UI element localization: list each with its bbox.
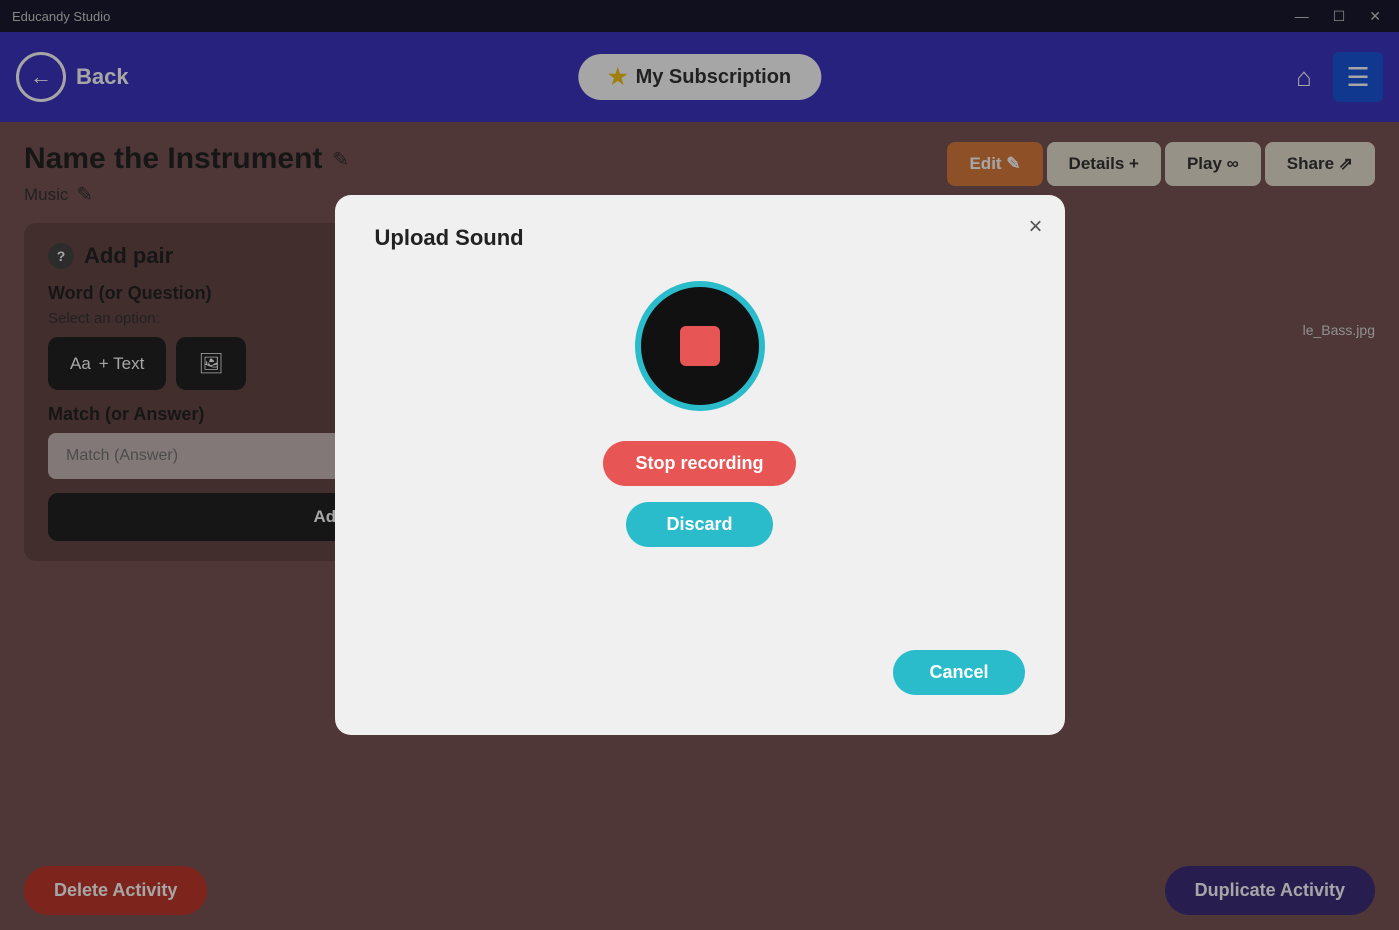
upload-sound-modal: Upload Sound × Stop recording Discard Ca… xyxy=(335,195,1065,735)
discard-button[interactable]: Discard xyxy=(626,502,772,547)
cancel-button[interactable]: Cancel xyxy=(893,650,1024,695)
stop-recording-button[interactable]: Stop recording xyxy=(603,441,795,486)
modal-close-button[interactable]: × xyxy=(1028,213,1042,241)
record-button[interactable] xyxy=(635,281,765,411)
modal-overlay: Upload Sound × Stop recording Discard Ca… xyxy=(0,0,1399,930)
modal-title: Upload Sound xyxy=(375,225,524,251)
stop-square-icon xyxy=(680,326,720,366)
